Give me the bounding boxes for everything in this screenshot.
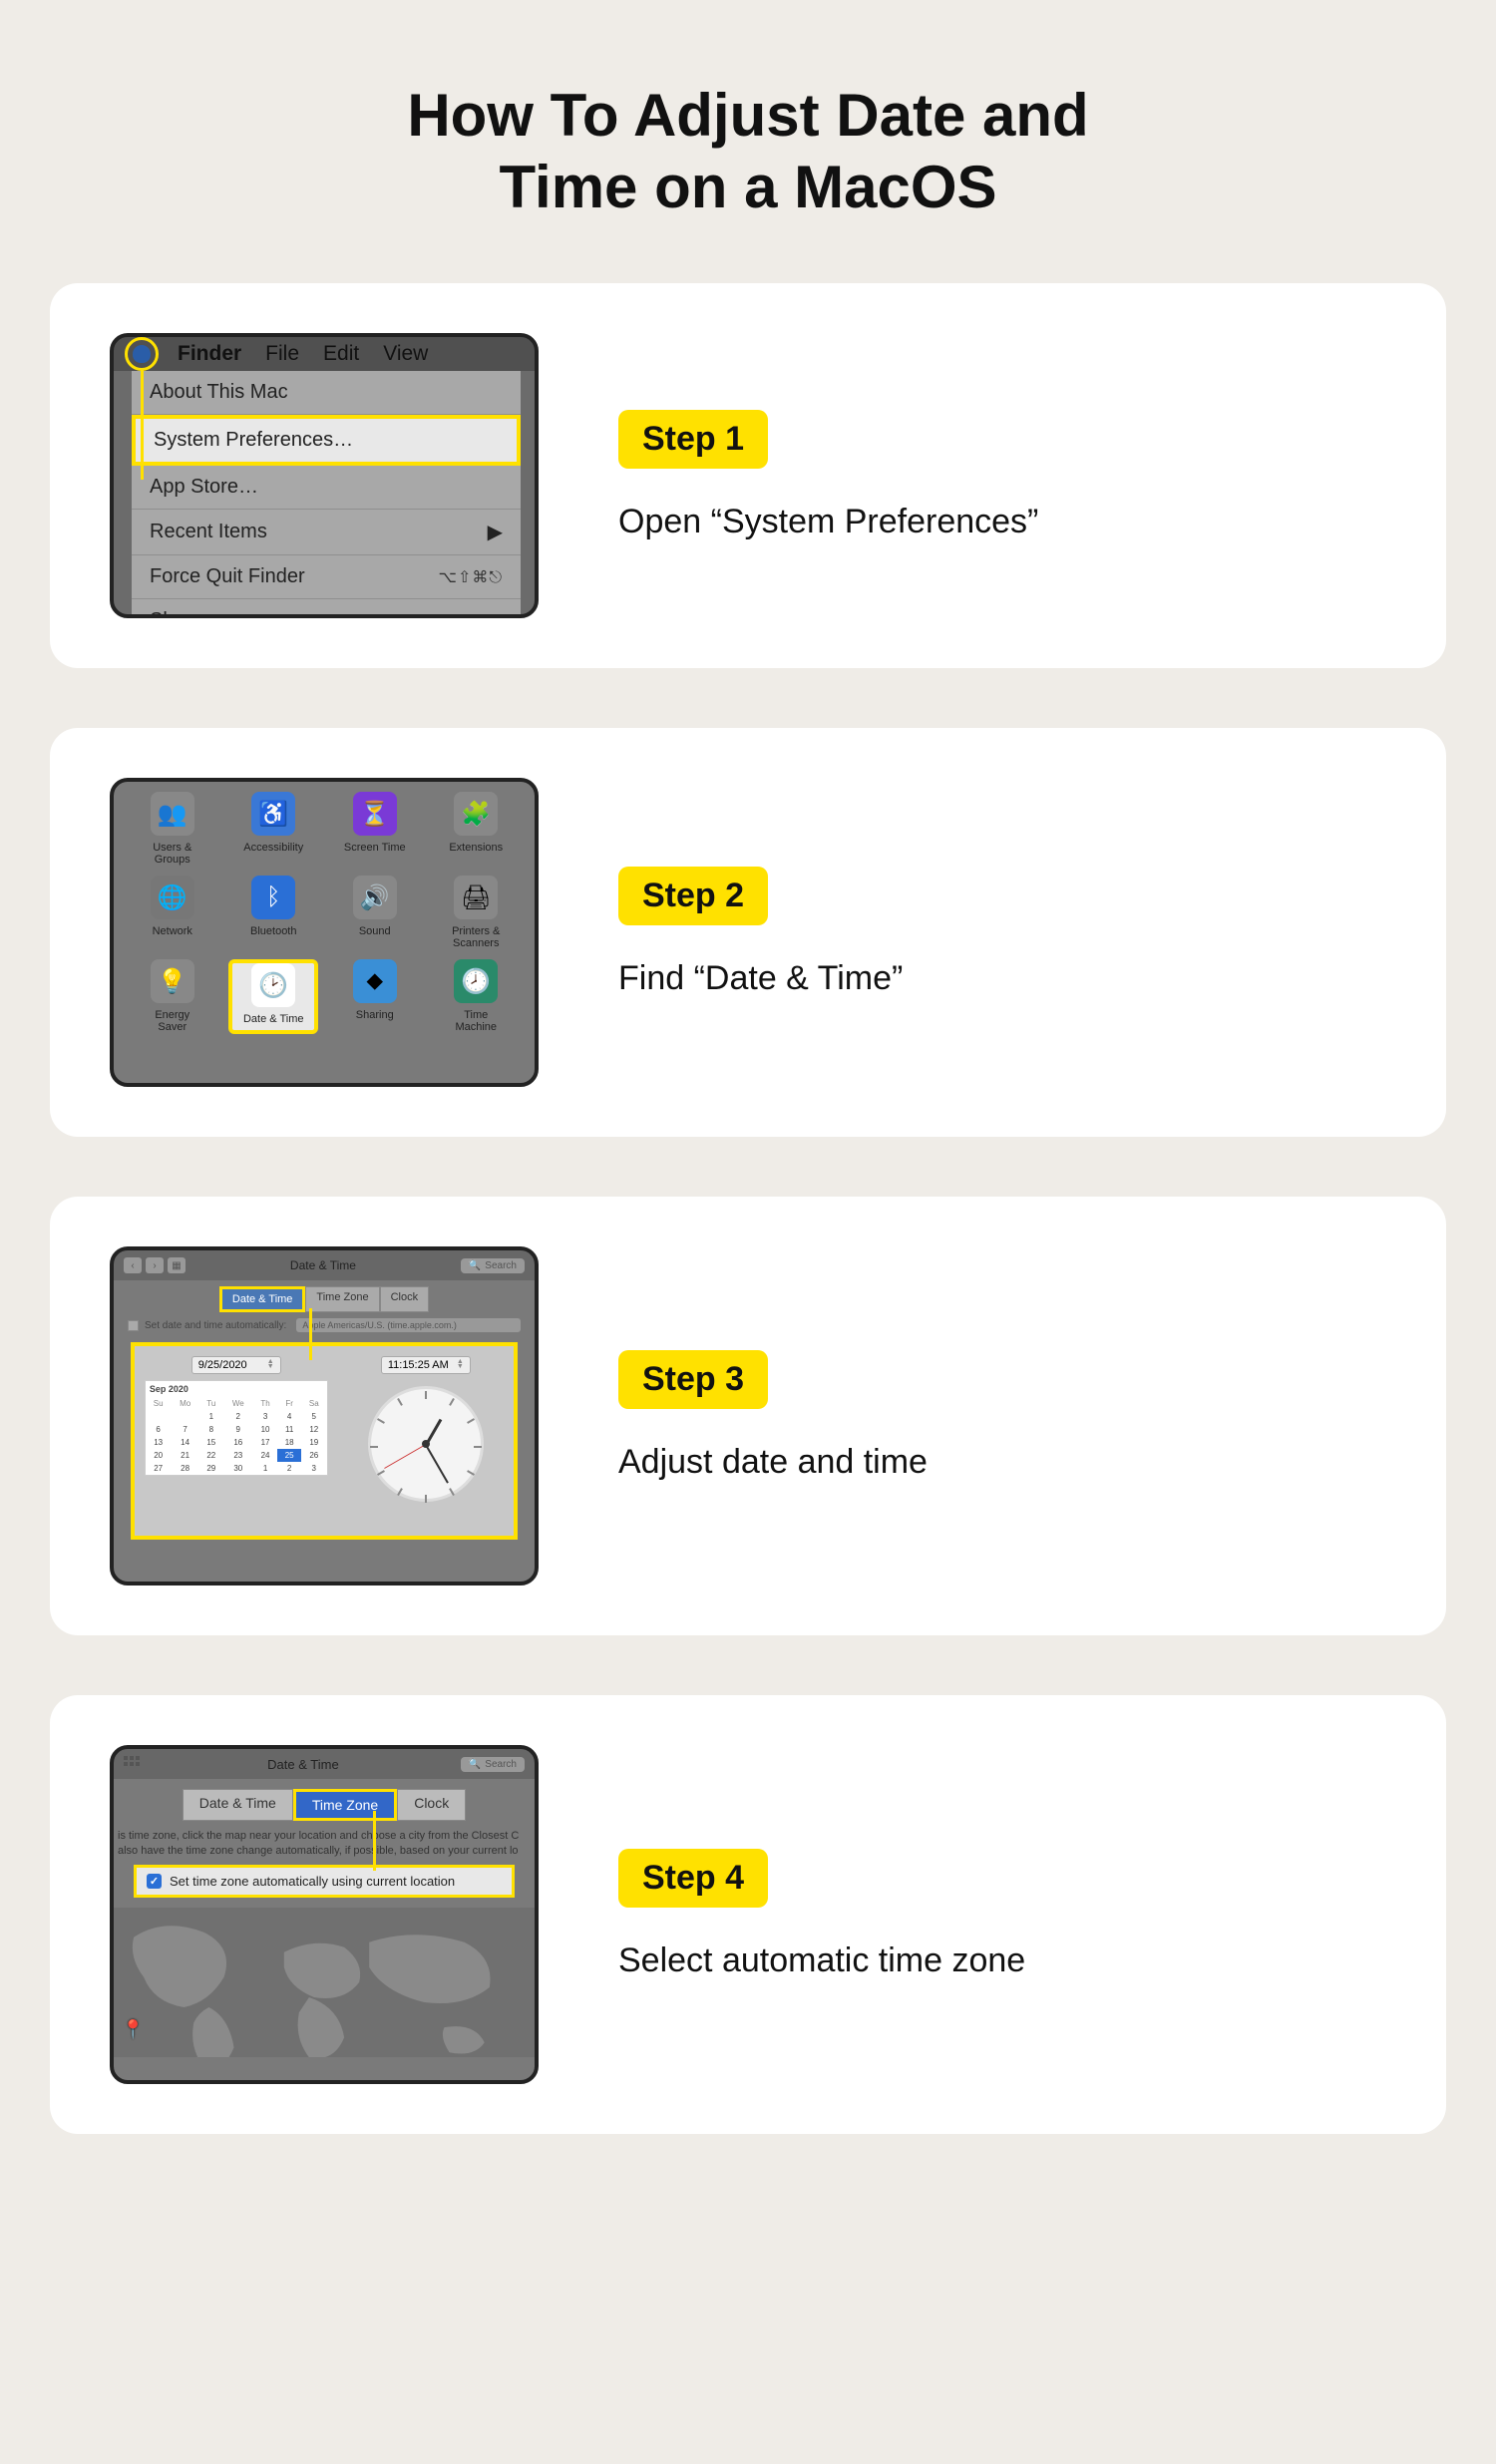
pref-date-time[interactable]: 🕑Date & Time (228, 959, 318, 1033)
calendar-month: Sep 2020 (146, 1381, 327, 1397)
pref-bluetooth[interactable]: ᛒBluetooth (228, 876, 318, 949)
tab-date-time[interactable]: Date & Time (183, 1789, 293, 1821)
menu-recent-items[interactable]: Recent Items ▶ (132, 510, 521, 555)
calendar[interactable]: Sep 2020 SuMoTuWeThFrSa12345678910111213… (145, 1380, 328, 1476)
tab-clock[interactable]: Clock (380, 1286, 430, 1312)
step-card-1: Finder File Edit View About This Mac Sys… (50, 283, 1446, 668)
nav-grid-icon[interactable] (124, 1756, 146, 1772)
highlight-connector (373, 1811, 376, 1871)
step-card-4: Date & Time 🔍Search Date & Time Time Zon… (50, 1695, 1446, 2134)
stepper-icon[interactable]: ▲▼ (267, 1360, 274, 1370)
step-text-2: Find “Date & Time” (618, 959, 1386, 998)
checkbox-icon[interactable] (128, 1320, 139, 1331)
step-text-1: Open “System Preferences” (618, 503, 1386, 541)
tab-clock[interactable]: Clock (397, 1789, 466, 1821)
menubar-file[interactable]: File (265, 342, 299, 366)
pref-screen-time[interactable]: ⏳Screen Time (330, 792, 420, 866)
menu-force-quit[interactable]: Force Quit Finder ⌥⇧⌘⎋ (132, 555, 521, 599)
highlight-connector (141, 370, 144, 480)
screenshot-step1: Finder File Edit View About This Mac Sys… (110, 333, 539, 618)
highlight-ring (125, 337, 159, 371)
timezone-help-text: is time zone, click the map near your lo… (114, 1821, 535, 1865)
step-badge-4: Step 4 (618, 1849, 768, 1908)
time-field[interactable]: 11:15:25 AM ▲▼ (381, 1356, 471, 1374)
page-title: How To Adjust Date and Time on a MacOS (50, 80, 1446, 223)
step-card-3: ‹ › ▦ Date & Time 🔍Search Date & Time Ti… (50, 1197, 1446, 1635)
search-input[interactable]: 🔍Search (461, 1258, 525, 1273)
shortcut-label: ⌥⇧⌘⎋ (439, 567, 504, 587)
time-server-field[interactable]: Apple Americas/U.S. (time.apple.com.) (296, 1318, 521, 1332)
analog-clock[interactable] (368, 1386, 484, 1502)
checkbox-checked-icon: ✓ (147, 1874, 162, 1889)
window-titlebar: Date & Time 🔍Search (114, 1749, 535, 1779)
datetime-panel: 9/25/2020 ▲▼ Sep 2020 SuMoTuWeThFrSa1234… (131, 1342, 518, 1540)
step-text-3: Adjust date and time (618, 1443, 1386, 1482)
chevron-right-icon: ▶ (488, 520, 503, 544)
auto-timezone-checkbox[interactable]: ✓ Set time zone automatically using curr… (134, 1865, 515, 1898)
world-map[interactable] (114, 1908, 535, 2057)
menu-about[interactable]: About This Mac (132, 371, 521, 415)
tab-time-zone[interactable]: Time Zone (293, 1789, 397, 1821)
step-badge-3: Step 3 (618, 1350, 768, 1409)
pref-printers[interactable]: 🖨Printers &Scanners (431, 876, 521, 949)
step-card-2: 👥Users &Groups ♿Accessibility ⏳Screen Ti… (50, 728, 1446, 1137)
pref-sharing[interactable]: ⬥Sharing (330, 959, 420, 1033)
window-titlebar: ‹ › ▦ Date & Time 🔍Search (114, 1250, 535, 1280)
menu-sleep[interactable]: Sleep (132, 599, 521, 618)
stepper-icon[interactable]: ▲▼ (457, 1360, 464, 1370)
pref-accessibility[interactable]: ♿Accessibility (228, 792, 318, 866)
step-badge-1: Step 1 (618, 410, 768, 469)
window-title-label: Date & Time (267, 1757, 339, 1772)
menubar-finder[interactable]: Finder (178, 342, 241, 366)
date-field[interactable]: 9/25/2020 ▲▼ (191, 1356, 281, 1374)
screenshot-step3: ‹ › ▦ Date & Time 🔍Search Date & Time Ti… (110, 1246, 539, 1585)
window-title-label: Date & Time (290, 1258, 356, 1272)
step-text-4: Select automatic time zone (618, 1941, 1386, 1980)
screenshot-step2: 👥Users &Groups ♿Accessibility ⏳Screen Ti… (110, 778, 539, 1087)
menu-system-preferences[interactable]: System Preferences… (132, 415, 521, 466)
step-badge-2: Step 2 (618, 867, 768, 925)
menubar: Finder File Edit View (114, 337, 535, 371)
search-icon: 🔍 (469, 1759, 481, 1770)
tab-time-zone[interactable]: Time Zone (305, 1286, 379, 1312)
apple-menu-dropdown: About This Mac System Preferences… App S… (132, 371, 521, 618)
menu-appstore[interactable]: App Store… (132, 466, 521, 510)
auto-datetime-row: Set date and time automatically: Apple A… (114, 1312, 535, 1338)
nav-back-icon[interactable]: ‹ (124, 1257, 142, 1273)
tab-date-time[interactable]: Date & Time (219, 1286, 306, 1312)
pref-time-machine[interactable]: 🕗TimeMachine (431, 959, 521, 1033)
pref-energy-saver[interactable]: 💡EnergySaver (128, 959, 217, 1033)
pref-sound[interactable]: 🔊Sound (330, 876, 420, 949)
nav-forward-icon[interactable]: › (146, 1257, 164, 1273)
pref-extensions[interactable]: 🧩Extensions (431, 792, 521, 866)
menubar-view[interactable]: View (383, 342, 428, 366)
nav-grid-icon[interactable]: ▦ (168, 1257, 186, 1273)
pref-network[interactable]: 🌐Network (128, 876, 217, 949)
pref-users-groups[interactable]: 👥Users &Groups (128, 792, 217, 866)
search-icon: 🔍 (469, 1260, 481, 1271)
map-pin-icon: 📍 (122, 2019, 144, 2040)
search-input[interactable]: 🔍Search (461, 1757, 525, 1772)
highlight-connector (309, 1308, 312, 1360)
screenshot-step4: Date & Time 🔍Search Date & Time Time Zon… (110, 1745, 539, 2084)
menubar-edit[interactable]: Edit (323, 342, 359, 366)
